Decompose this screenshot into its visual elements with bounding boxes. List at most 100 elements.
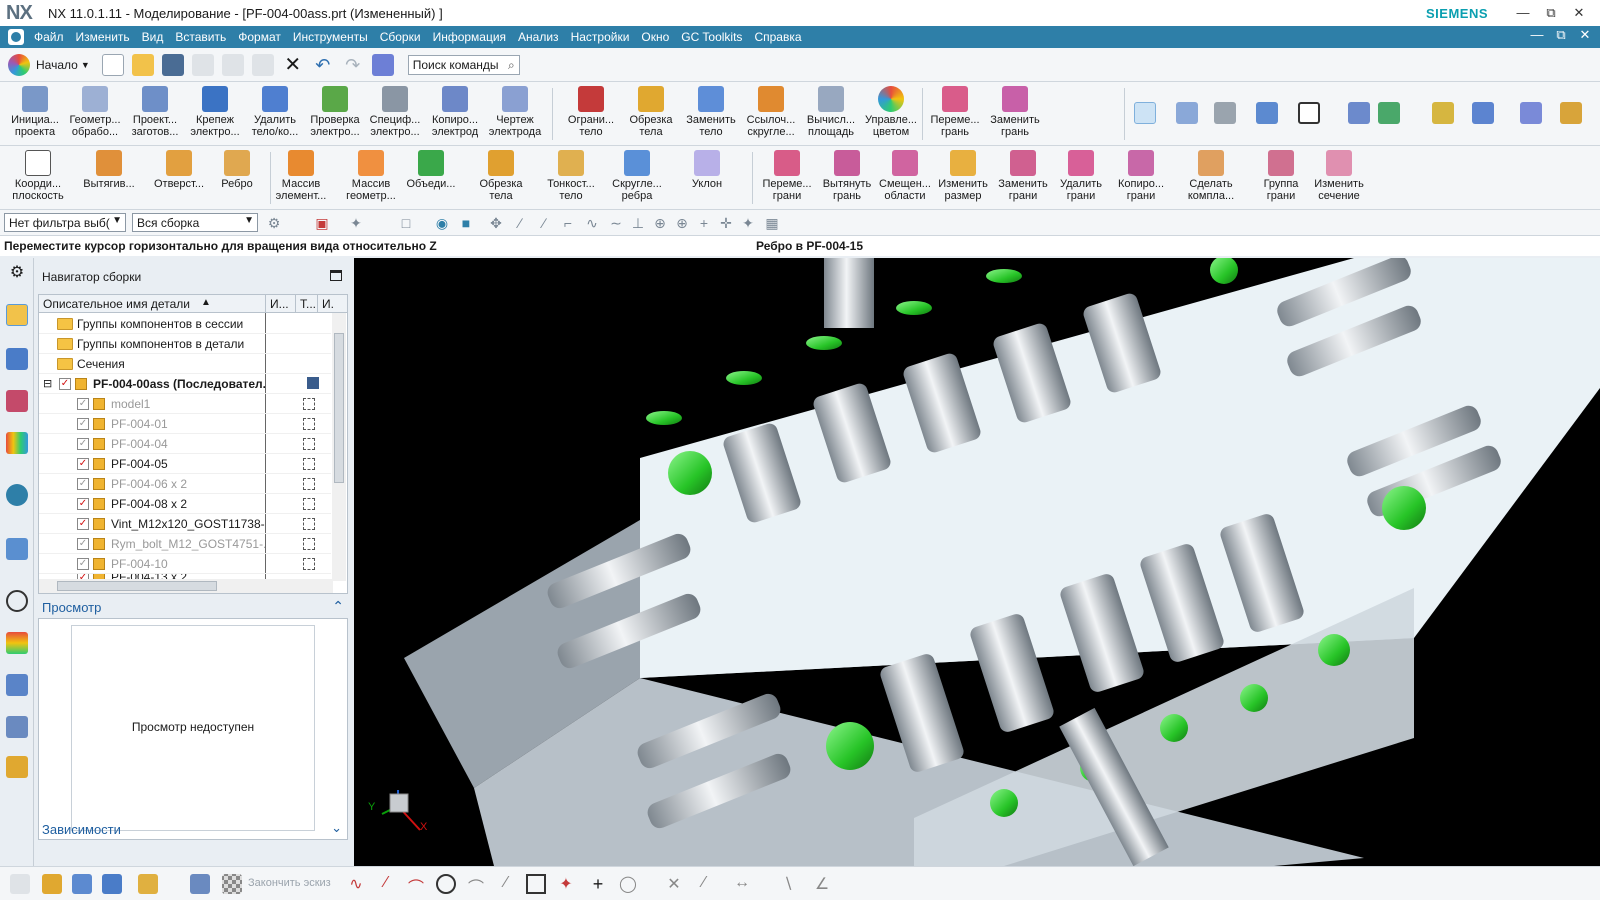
trim-body-button[interactable]: Обрезка тела (622, 82, 680, 138)
new-file-icon[interactable] (101, 53, 124, 76)
line-icon[interactable]: ∕ (376, 874, 396, 894)
snap-curve-icon[interactable]: ∼ (608, 215, 624, 231)
doc-close-icon[interactable]: ✕ (1574, 27, 1596, 43)
replace-faces-button[interactable]: Заменить грани (994, 146, 1052, 202)
menu-preferences[interactable]: Настройки (565, 30, 636, 44)
fit-view-icon[interactable] (1176, 102, 1198, 124)
history-icon[interactable] (6, 538, 28, 560)
start-button[interactable]: Начало ▼ (8, 53, 90, 76)
delete-faces-button[interactable]: Удалить грани (1052, 146, 1110, 202)
tree-row[interactable]: Группы компонентов в сессии (39, 314, 331, 334)
electrode-spec-button[interactable]: Специф... электро... (366, 82, 424, 138)
clock-icon[interactable] (6, 590, 28, 612)
pattern-feature-button[interactable]: Массив элемент... (272, 146, 330, 202)
extrude-button[interactable]: Вытягив... (80, 146, 138, 190)
filter-settings-icon[interactable]: ⚙ (266, 215, 282, 231)
resize-button[interactable]: Изменить размер (934, 146, 992, 202)
add-component-icon[interactable] (42, 874, 62, 894)
tree-row[interactable]: ✓ PF-004-01 (39, 414, 331, 434)
chevron-down-icon[interactable]: ⌄ (331, 820, 342, 836)
init-project-button[interactable]: Инициа... проекта (6, 82, 64, 138)
snap-grid-icon[interactable]: ▦ (764, 215, 780, 231)
select-body-icon[interactable]: ■ (458, 215, 474, 231)
tree-row-root[interactable]: ⊟ ✓ PF-004-00ass (Последовател... (39, 374, 331, 394)
pattern-geometry-button[interactable]: Массив геометр... (342, 146, 400, 202)
replace-body-button[interactable]: Заменить тело (682, 82, 740, 138)
snap-quadrant-icon[interactable]: ⊕ (674, 215, 690, 231)
settings-icon[interactable]: ⚙ (6, 262, 28, 284)
edge-blend-button[interactable]: Скругле... ребра (608, 146, 666, 202)
chamfer-icon[interactable]: ∕ (496, 874, 516, 894)
trim-icon[interactable]: ✕ (664, 874, 684, 894)
group-components-icon[interactable] (138, 874, 158, 894)
restore-icon[interactable]: ⧉ (1538, 3, 1564, 23)
tree-row[interactable]: ✓ PF-004-06 x 2 (39, 474, 331, 494)
system-scenes-icon[interactable] (6, 756, 28, 778)
scrollbar-thumb[interactable] (334, 333, 344, 483)
tree-row[interactable]: ✓ PF-004-05 (39, 454, 331, 474)
electrode-drawing-button[interactable]: Чертеж электрода (486, 82, 544, 138)
work-geometry-button[interactable]: Геометр... обрабо... (66, 82, 124, 138)
color-manager-button[interactable]: Управле... цветом (862, 82, 920, 138)
rectangle-icon[interactable] (526, 874, 546, 894)
snap-view-icon[interactable] (1378, 102, 1400, 124)
visibility-checkbox[interactable]: ✓ (59, 378, 71, 390)
minimize-icon[interactable]: — (1510, 3, 1536, 23)
visibility-checkbox[interactable]: ✓ (77, 558, 89, 570)
snap-perpendicular-icon[interactable]: ⊥ (630, 215, 646, 231)
select-filter-icon[interactable] (1432, 102, 1454, 124)
menu-assemblies[interactable]: Сборки (374, 30, 427, 44)
visibility-checkbox[interactable]: ✓ (77, 458, 89, 470)
menu-gc-toolkits[interactable]: GC Toolkits (675, 30, 748, 44)
scrollbar-thumb[interactable] (57, 581, 217, 591)
paste-icon[interactable] (251, 53, 274, 76)
menu-tools[interactable]: Инструменты (287, 30, 374, 44)
copy-electrode-button[interactable]: Копиро... электрод (426, 82, 484, 138)
preview-section-header[interactable]: Просмотр ⌃ (38, 598, 348, 618)
electrode-holder-button[interactable]: Крепеж электро... (186, 82, 244, 138)
redo-icon[interactable]: ↷ (342, 54, 364, 76)
visibility-checkbox[interactable]: ✓ (77, 498, 89, 510)
assembly-constraints-icon[interactable] (102, 874, 122, 894)
hole-button[interactable]: Отверст... (150, 146, 208, 190)
menu-help[interactable]: Справка (748, 30, 807, 44)
circle-icon[interactable] (436, 874, 456, 894)
blank-project-button[interactable]: Проект... заготов... (126, 82, 184, 138)
menu-information[interactable]: Информация (427, 30, 512, 44)
polygon-icon[interactable]: ✦ (556, 874, 576, 894)
visibility-checkbox[interactable]: ✓ (77, 418, 89, 430)
tree-row[interactable]: ✓ Rym_bolt_M12_GOST4751-... (39, 534, 331, 554)
tree-row[interactable]: Группы компонентов в детали (39, 334, 331, 354)
graphics-viewport[interactable]: Y X (354, 258, 1600, 866)
delete-icon[interactable]: ✕ (282, 54, 304, 76)
rectangle-select-icon[interactable]: □ (398, 215, 414, 231)
snap-cross-icon[interactable]: + (696, 215, 712, 231)
model-render[interactable]: Y X (354, 258, 1600, 866)
column-header-modified[interactable]: И. (317, 295, 347, 313)
constraint-navigator-icon[interactable] (6, 348, 28, 370)
visibility-checkbox[interactable]: ✓ (77, 398, 89, 410)
collapse-icon[interactable]: ⊟ (43, 377, 52, 390)
menu-analysis[interactable]: Анализ (512, 30, 565, 44)
profile-icon[interactable]: ∿ (346, 874, 366, 894)
repeat-command-icon[interactable] (371, 53, 394, 76)
copy-faces-button[interactable]: Копиро... грани (1112, 146, 1170, 202)
doc-restore-icon[interactable]: ⧉ (1550, 27, 1572, 43)
shading-icon[interactable] (1214, 102, 1236, 124)
dependencies-section-header[interactable]: Зависимости ⌄ (38, 820, 348, 840)
replace-face-button[interactable]: Заменить грань (986, 82, 1044, 138)
web-browser-icon[interactable] (6, 484, 28, 506)
tree-row[interactable]: ✓ PF-004-08 x 2 (39, 494, 331, 514)
doc-minimize-icon[interactable]: — (1526, 27, 1548, 42)
menu-edit[interactable]: Изменить (70, 30, 136, 44)
arc-icon[interactable]: ⌒ (406, 874, 426, 897)
snap-end-icon[interactable]: ✥ (488, 215, 504, 231)
tree-row[interactable]: ✓ model1 (39, 394, 331, 414)
sketch-icon[interactable] (10, 874, 30, 894)
constraint-icon[interactable]: ∠ (812, 874, 832, 894)
reference-blend-button[interactable]: Ссылоч... скругле... (742, 82, 800, 138)
snap-face-icon[interactable]: ✦ (740, 215, 756, 231)
draft-button[interactable]: Уклон (678, 146, 736, 190)
fillet-icon[interactable]: ⌒ (466, 874, 486, 897)
tree-horizontal-scrollbar[interactable] (39, 579, 333, 593)
